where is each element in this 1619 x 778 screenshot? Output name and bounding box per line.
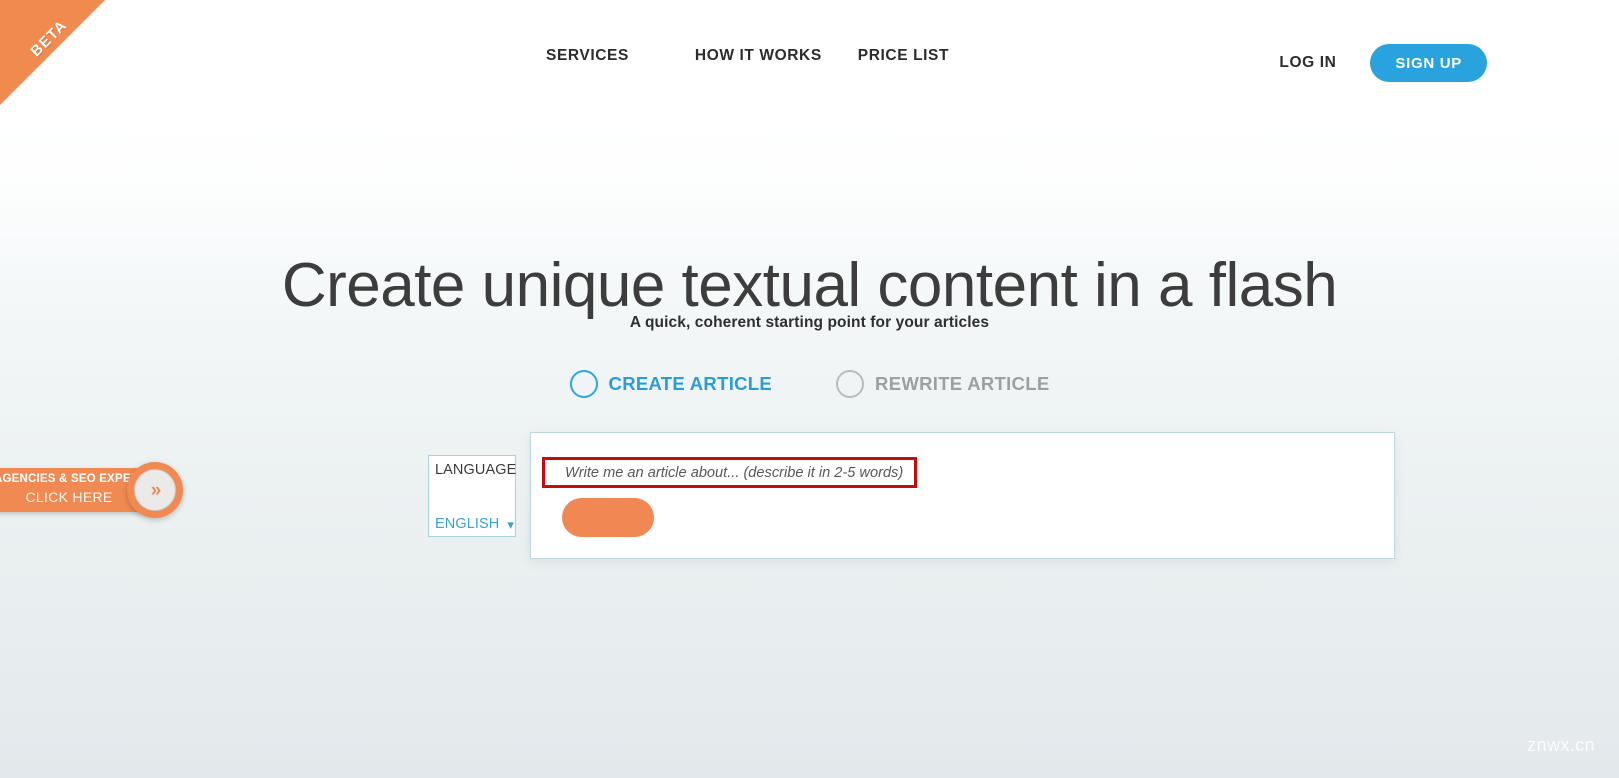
watermark: znwx.cn — [1527, 735, 1595, 756]
nav-link-services[interactable]: SERVICES — [546, 47, 629, 65]
language-label: LANGUAGE — [435, 462, 516, 478]
chevron-down-icon: ▾ — [507, 518, 514, 531]
side-promo-circle-inner: » — [134, 469, 176, 511]
side-promo-title: AGENCIES & SEO EXPERTS — [0, 473, 144, 485]
radio-rewrite-article-icon[interactable] — [836, 370, 864, 398]
language-selected-value: ENGLISH — [435, 516, 499, 532]
topic-input-highlight — [542, 457, 917, 488]
side-promo-cta: CLICK HERE — [0, 489, 144, 505]
nav-link-price-list[interactable]: PRICE LIST — [858, 47, 949, 65]
nav-link-how-it-works[interactable]: HOW IT WORKS — [695, 47, 822, 65]
article-form-panel — [530, 432, 1395, 559]
hero-subtitle: A quick, coherent starting point for you… — [0, 314, 1619, 332]
language-dropdown[interactable]: ENGLISH ▾ — [435, 516, 514, 532]
language-selector[interactable]: LANGUAGE ENGLISH ▾ — [428, 455, 516, 537]
site-header: SERVICES HOW IT WORKS PRICE LIST LOG IN … — [0, 0, 1619, 112]
main-navigation: SERVICES HOW IT WORKS PRICE LIST — [546, 47, 949, 65]
double-chevron-right-icon: » — [151, 481, 160, 500]
mode-option-create-article[interactable]: CREATE ARTICLE — [570, 370, 773, 398]
mode-option-rewrite-article[interactable]: REWRITE ARTICLE — [836, 370, 1049, 398]
mode-label-create-article: CREATE ARTICLE — [609, 373, 773, 395]
login-link[interactable]: LOG IN — [1279, 54, 1336, 72]
mode-selector: CREATE ARTICLE REWRITE ARTICLE — [0, 370, 1619, 398]
side-promo-tab[interactable]: AGENCIES & SEO EXPERTS CLICK HERE » — [0, 462, 200, 518]
page-title: Create unique textual content in a flash — [0, 255, 1619, 317]
radio-create-article-icon[interactable] — [570, 370, 598, 398]
topic-input[interactable] — [545, 460, 914, 485]
page-root: Create unique textual content in a flash… — [0, 0, 1619, 778]
mode-label-rewrite-article: REWRITE ARTICLE — [875, 373, 1049, 395]
side-promo-circle-button[interactable]: » — [127, 462, 183, 518]
generate-article-button[interactable] — [562, 498, 654, 537]
signup-button[interactable]: SIGN UP — [1370, 44, 1487, 82]
account-actions: LOG IN SIGN UP — [1279, 44, 1487, 82]
